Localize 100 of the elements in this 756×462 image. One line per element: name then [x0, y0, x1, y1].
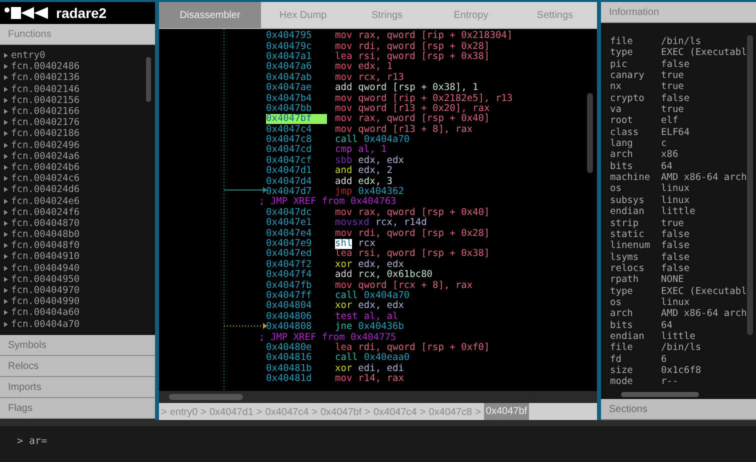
instruction-address[interactable]: 0x4047f4	[266, 270, 327, 280]
info-value: false	[661, 228, 690, 240]
instruction-address[interactable]: 0x4047bb	[266, 104, 327, 114]
function-item[interactable]: fcn.004024a6	[11, 150, 80, 162]
info-key: size	[610, 364, 661, 376]
info-value: elf	[661, 114, 678, 126]
instruction-address[interactable]: 0x4047a1	[266, 52, 327, 62]
function-item[interactable]: fcn.00402156	[11, 94, 80, 106]
instruction-address[interactable]: 0x4047e1	[266, 218, 327, 228]
function-item[interactable]: fcn.004024b6	[11, 162, 80, 173]
operands: rcx	[358, 239, 376, 249]
instruction-address[interactable]: 0x40479c	[266, 42, 327, 52]
operands: 0x404a70	[364, 290, 410, 301]
mnemonic: call	[335, 353, 358, 364]
function-item[interactable]: fcn.00404870	[11, 218, 80, 229]
info-value: r--	[661, 375, 678, 387]
info-value: AMD x86-64 arch	[661, 307, 747, 319]
instruction-address[interactable]: 0x4047d4	[266, 176, 327, 187]
info-key: static	[610, 228, 661, 240]
info-key: canary	[610, 69, 661, 80]
mnemonic: lea	[335, 52, 352, 62]
instruction-address[interactable]: 0x4047e4	[266, 228, 327, 239]
instruction-address[interactable]: 0x404804	[266, 301, 327, 312]
scrollbar-thumb[interactable]	[169, 394, 243, 400]
instruction-address[interactable]: 0x4047dc	[266, 208, 327, 218]
instruction-address[interactable]: 0x40481b	[266, 364, 327, 374]
instruction-address[interactable]: 0x4047cd	[266, 145, 327, 156]
function-item[interactable]: entry0	[11, 50, 46, 62]
instruction-address[interactable]: 0x4047a6	[266, 62, 327, 72]
instruction-address[interactable]: 0x4047ff	[266, 290, 327, 301]
function-item[interactable]: fcn.00404970	[11, 285, 80, 296]
operands: rax, qword [rsp + 0x40]	[358, 114, 490, 124]
operands: edx, 1	[358, 62, 392, 72]
function-item[interactable]: fcn.004024d6	[11, 184, 80, 196]
function-item[interactable]: fcn.004024c6	[11, 173, 80, 184]
info-value: true	[661, 80, 684, 92]
operands: edx, 2	[358, 166, 392, 176]
info-value: linux	[661, 296, 690, 308]
instruction-address[interactable]: 0x404808	[266, 322, 327, 332]
scrollbar-thumb[interactable]	[621, 392, 699, 397]
info-value: /bin/ls	[661, 35, 702, 46]
breadcrumb-separator: >	[364, 406, 370, 420]
info-key: relocs	[610, 262, 661, 274]
instruction-address[interactable]: 0x4047f2	[266, 260, 327, 270]
console-command[interactable]: ar=	[29, 434, 48, 449]
info-key: os	[610, 182, 661, 194]
instruction-address[interactable]: 0x4047ae	[266, 83, 327, 94]
info-value: AMD x86-64 arch	[661, 171, 747, 182]
scrollbar-thumb[interactable]	[146, 57, 151, 102]
instruction-address[interactable]: 0x40481d	[266, 374, 327, 384]
function-item[interactable]: fcn.00402166	[11, 106, 80, 118]
info-key: strip	[610, 216, 661, 228]
mnemonic: mov	[335, 104, 352, 114]
operands: qword [r13 + 0x20], rax	[358, 104, 490, 114]
scrollbar-thumb[interactable]	[587, 93, 593, 173]
instruction-address[interactable]: 0x4047d1	[266, 166, 327, 176]
function-item[interactable]: fcn.00402486	[11, 61, 80, 72]
scrollbar-thumb[interactable]	[747, 35, 753, 335]
function-item[interactable]: fcn.00404940	[11, 262, 80, 274]
instruction-address[interactable]: 0x4047e9	[266, 239, 327, 249]
mnemonic: lea	[335, 249, 352, 260]
instruction-address[interactable]: 0x4047b4	[266, 94, 327, 104]
instruction-address[interactable]: 0x404795	[266, 31, 327, 42]
instruction-address[interactable]: 0x40480e	[266, 342, 327, 353]
operands: al, al	[364, 312, 398, 322]
function-item[interactable]: fcn.004048f0	[11, 240, 80, 252]
info-value: false	[661, 239, 690, 251]
function-item[interactable]: fcn.004024e6	[11, 196, 80, 207]
function-item[interactable]: fcn.00402146	[11, 84, 80, 95]
instruction-address[interactable]: 0x4047cf	[266, 156, 327, 166]
function-item[interactable]: fcn.004024f6	[11, 206, 80, 218]
instruction-address[interactable]: 0x4047bf	[266, 114, 327, 124]
operands: edx, edx	[358, 301, 404, 312]
instruction-address[interactable]: 0x4047c4	[266, 124, 327, 135]
function-item[interactable]: fcn.00402186	[11, 128, 80, 140]
instruction-address[interactable]: 0x4047ed	[266, 249, 327, 260]
instruction-address[interactable]: 0x404806	[266, 312, 327, 322]
function-item[interactable]: fcn.00404a70	[11, 318, 80, 330]
info-key: arch	[610, 307, 661, 319]
instruction-address[interactable]: 0x4047c8	[266, 135, 327, 146]
mnemonic: mov	[335, 228, 352, 239]
info-key: endian	[610, 205, 661, 216]
instruction-address[interactable]: 0x4047fb	[266, 280, 327, 291]
function-item[interactable]: fcn.00402176	[11, 117, 80, 128]
operands: qword [rsp + 0x38], 1	[358, 83, 478, 94]
function-item[interactable]: fcn.00404990	[11, 296, 80, 308]
function-item[interactable]: fcn.00404950	[11, 274, 80, 285]
mnemonic: mov	[335, 208, 352, 218]
function-item[interactable]: fcn.00402496	[11, 140, 80, 151]
instruction-address[interactable]: 0x4047d7	[266, 187, 327, 198]
instruction-address[interactable]: 0x404816	[266, 353, 327, 364]
instruction-address[interactable]: 0x4047ab	[266, 72, 327, 83]
mnemonic: lea	[335, 342, 352, 353]
function-item[interactable]: fcn.004048b0	[11, 229, 80, 240]
function-item[interactable]: fcn.00404910	[11, 251, 80, 262]
function-item[interactable]: fcn.00402136	[11, 72, 80, 84]
info-value: 0x1c6f8	[661, 364, 702, 376]
info-value: x86	[661, 148, 678, 160]
function-item[interactable]: fcn.00404a60	[11, 307, 80, 318]
info-key: file	[610, 35, 661, 46]
